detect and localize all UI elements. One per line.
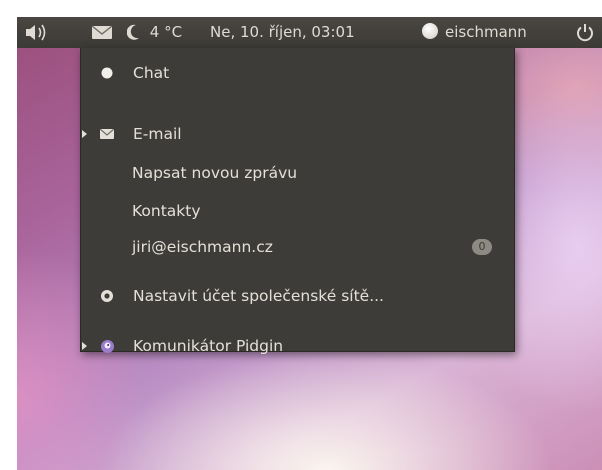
weather-temperature: 4 °C	[149, 23, 183, 41]
speaker-icon	[26, 24, 46, 41]
top-panel: 4 °C Ne, 10. říjen, 03:01 eischmann	[17, 17, 602, 48]
menu-item-label: Komunikátor Pidgin	[133, 337, 284, 355]
menu-item-label: Chat	[133, 64, 170, 82]
envelope-icon	[99, 122, 115, 146]
power-icon	[577, 24, 593, 42]
moon-icon	[126, 24, 139, 40]
clock[interactable]: Ne, 10. říjen, 03:01	[210, 17, 355, 48]
gwibber-icon	[99, 284, 115, 308]
submenu-arrow-icon	[82, 342, 87, 350]
chat-bubble-icon	[99, 61, 115, 85]
user-name: eischmann	[445, 23, 527, 41]
sound-indicator[interactable]	[23, 17, 63, 48]
desktop-screen: 4 °C Ne, 10. říjen, 03:01 eischmann Chat…	[17, 17, 602, 470]
user-indicator[interactable]: eischmann	[422, 17, 527, 48]
menu-item-new-message[interactable]: Napsat novou zprávu	[132, 161, 297, 185]
session-menu[interactable]	[575, 17, 599, 48]
menu-item-contacts[interactable]: Kontakty	[132, 199, 201, 223]
menu-item-label: E-mail	[133, 125, 182, 143]
unread-count-badge: 0	[472, 239, 492, 255]
weather-indicator[interactable]: 4 °C	[126, 17, 183, 48]
messaging-indicator[interactable]	[91, 17, 113, 48]
submenu-arrow-icon	[82, 130, 87, 138]
menu-item-label: Nastavit účet společenské sítě...	[133, 287, 384, 305]
pidgin-icon	[99, 334, 115, 358]
envelope-icon	[91, 25, 113, 39]
menu-item-account[interactable]: jiri@eischmann.cz	[132, 235, 273, 259]
user-avatar-icon	[422, 23, 438, 39]
messaging-menu: Chat E-mail Napsat novou zprávu Kontakty…	[80, 48, 515, 355]
